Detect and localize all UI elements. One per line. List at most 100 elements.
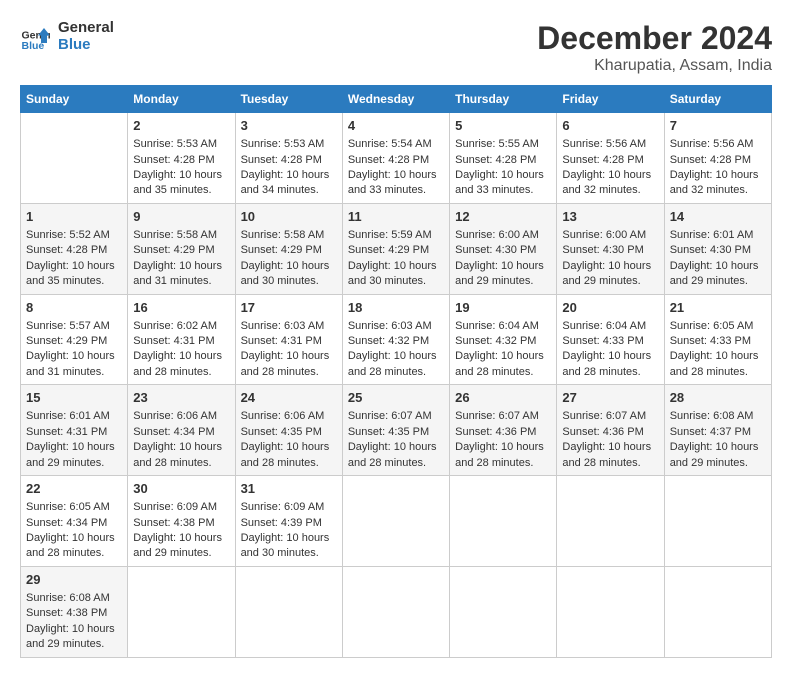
day-number: 3 bbox=[241, 117, 337, 135]
calendar-cell bbox=[557, 476, 664, 567]
day-number: 17 bbox=[241, 299, 337, 317]
day-number: 7 bbox=[670, 117, 766, 135]
day-content: Sunrise: 5:53 AM Sunset: 4:28 PM Dayligh… bbox=[241, 137, 337, 199]
col-header-wednesday: Wednesday bbox=[342, 86, 449, 113]
day-content: Sunrise: 6:07 AM Sunset: 4:36 PM Dayligh… bbox=[455, 409, 551, 471]
day-content: Sunrise: 5:53 AM Sunset: 4:28 PM Dayligh… bbox=[133, 137, 229, 199]
day-number: 24 bbox=[241, 389, 337, 407]
day-content: Sunrise: 5:59 AM Sunset: 4:29 PM Dayligh… bbox=[348, 228, 444, 290]
logo-icon: General Blue bbox=[20, 22, 50, 52]
calendar-row: 1 Sunrise: 5:52 AM Sunset: 4:28 PM Daylig… bbox=[21, 203, 772, 294]
calendar-cell: 3 Sunrise: 5:53 AM Sunset: 4:28 PM Daylig… bbox=[235, 113, 342, 204]
calendar-cell: 5Sunrise: 5:55 AM Sunset: 4:28 PM Daylig… bbox=[450, 113, 557, 204]
day-content: Sunrise: 5:56 AM Sunset: 4:28 PM Dayligh… bbox=[670, 137, 766, 199]
calendar-cell: 24 Sunrise: 6:06 AM Sunset: 4:35 PM Dayli… bbox=[235, 385, 342, 476]
calendar-cell: 4Sunrise: 5:54 AM Sunset: 4:28 PM Daylig… bbox=[342, 113, 449, 204]
day-number: 14 bbox=[670, 208, 766, 226]
day-content: Sunrise: 6:05 AM Sunset: 4:34 PM Dayligh… bbox=[26, 500, 122, 562]
day-number: 5 bbox=[455, 117, 551, 135]
day-number: 15 bbox=[26, 389, 122, 407]
calendar-cell: 31 Sunrise: 6:09 AM Sunset: 4:39 PM Dayli… bbox=[235, 476, 342, 567]
day-content: Sunrise: 5:58 AM Sunset: 4:29 PM Dayligh… bbox=[133, 228, 229, 290]
day-content: Sunrise: 6:01 AM Sunset: 4:31 PM Dayligh… bbox=[26, 409, 122, 471]
logo-blue: Blue bbox=[58, 37, 114, 54]
day-number: 10 bbox=[241, 208, 337, 226]
calendar-cell: 22 Sunrise: 6:05 AM Sunset: 4:34 PM Dayli… bbox=[21, 476, 128, 567]
calendar-row: 8Sunrise: 5:57 AM Sunset: 4:29 PM Daylig… bbox=[21, 294, 772, 385]
day-content: Sunrise: 6:04 AM Sunset: 4:33 PM Dayligh… bbox=[562, 319, 658, 381]
calendar-cell: 27Sunrise: 6:07 AM Sunset: 4:36 PM Dayli… bbox=[557, 385, 664, 476]
day-number: 19 bbox=[455, 299, 551, 317]
calendar-cell bbox=[664, 476, 771, 567]
day-number: 25 bbox=[348, 389, 444, 407]
page-subtitle: Kharupatia, Assam, India bbox=[537, 57, 772, 75]
day-number: 30 bbox=[133, 480, 229, 498]
calendar-cell bbox=[21, 113, 128, 204]
logo: General Blue General Blue bbox=[20, 20, 114, 53]
calendar-cell: 9 Sunrise: 5:58 AM Sunset: 4:29 PM Daylig… bbox=[128, 203, 235, 294]
day-number: 2 bbox=[133, 117, 229, 135]
day-number: 9 bbox=[133, 208, 229, 226]
calendar-cell: 13 Sunrise: 6:00 AM Sunset: 4:30 PM Dayli… bbox=[557, 203, 664, 294]
day-content: Sunrise: 6:00 AM Sunset: 4:30 PM Dayligh… bbox=[455, 228, 551, 290]
calendar-row: 2 Sunrise: 5:53 AM Sunset: 4:28 PM Daylig… bbox=[21, 113, 772, 204]
day-content: Sunrise: 6:02 AM Sunset: 4:31 PM Dayligh… bbox=[133, 319, 229, 381]
day-content: Sunrise: 5:57 AM Sunset: 4:29 PM Dayligh… bbox=[26, 319, 122, 381]
day-number: 11 bbox=[348, 208, 444, 226]
col-header-sunday: Sunday bbox=[21, 86, 128, 113]
day-content: Sunrise: 6:09 AM Sunset: 4:39 PM Dayligh… bbox=[241, 500, 337, 562]
day-content: Sunrise: 6:03 AM Sunset: 4:32 PM Dayligh… bbox=[348, 319, 444, 381]
day-content: Sunrise: 6:08 AM Sunset: 4:37 PM Dayligh… bbox=[670, 409, 766, 471]
calendar-cell: 6Sunrise: 5:56 AM Sunset: 4:28 PM Daylig… bbox=[557, 113, 664, 204]
calendar-row: 22 Sunrise: 6:05 AM Sunset: 4:34 PM Dayli… bbox=[21, 476, 772, 567]
day-content: Sunrise: 6:00 AM Sunset: 4:30 PM Dayligh… bbox=[562, 228, 658, 290]
day-content: Sunrise: 6:09 AM Sunset: 4:38 PM Dayligh… bbox=[133, 500, 229, 562]
calendar-cell: 20 Sunrise: 6:04 AM Sunset: 4:33 PM Dayli… bbox=[557, 294, 664, 385]
day-number: 27 bbox=[562, 389, 658, 407]
title-block: December 2024 Kharupatia, Assam, India bbox=[537, 20, 772, 75]
day-number: 31 bbox=[241, 480, 337, 498]
page-header: General Blue General Blue December 2024 … bbox=[20, 20, 772, 75]
calendar-cell: 8Sunrise: 5:57 AM Sunset: 4:29 PM Daylig… bbox=[21, 294, 128, 385]
svg-text:Blue: Blue bbox=[22, 40, 45, 52]
day-content: Sunrise: 6:08 AM Sunset: 4:38 PM Dayligh… bbox=[26, 591, 122, 653]
day-number: 23 bbox=[133, 389, 229, 407]
col-header-tuesday: Tuesday bbox=[235, 86, 342, 113]
day-number: 12 bbox=[455, 208, 551, 226]
day-content: Sunrise: 6:04 AM Sunset: 4:32 PM Dayligh… bbox=[455, 319, 551, 381]
col-header-friday: Friday bbox=[557, 86, 664, 113]
calendar-cell: 14Sunrise: 6:01 AM Sunset: 4:30 PM Dayli… bbox=[664, 203, 771, 294]
calendar-cell: 2 Sunrise: 5:53 AM Sunset: 4:28 PM Daylig… bbox=[128, 113, 235, 204]
calendar-cell bbox=[342, 476, 449, 567]
day-number: 13 bbox=[562, 208, 658, 226]
day-number: 28 bbox=[670, 389, 766, 407]
calendar-cell: 7 Sunrise: 5:56 AM Sunset: 4:28 PM Daylig… bbox=[664, 113, 771, 204]
day-number: 18 bbox=[348, 299, 444, 317]
calendar-cell: 10 Sunrise: 5:58 AM Sunset: 4:29 PM Dayli… bbox=[235, 203, 342, 294]
day-number: 22 bbox=[26, 480, 122, 498]
calendar-cell: 19 Sunrise: 6:04 AM Sunset: 4:32 PM Dayli… bbox=[450, 294, 557, 385]
calendar-cell: 17 Sunrise: 6:03 AM Sunset: 4:31 PM Dayli… bbox=[235, 294, 342, 385]
day-number: 16 bbox=[133, 299, 229, 317]
logo-general: General bbox=[58, 20, 114, 37]
day-content: Sunrise: 6:06 AM Sunset: 4:35 PM Dayligh… bbox=[241, 409, 337, 471]
calendar-row: 15 Sunrise: 6:01 AM Sunset: 4:31 PM Dayli… bbox=[21, 385, 772, 476]
calendar-cell: 11 Sunrise: 5:59 AM Sunset: 4:29 PM Dayli… bbox=[342, 203, 449, 294]
calendar-cell: 23 Sunrise: 6:06 AM Sunset: 4:34 PM Dayli… bbox=[128, 385, 235, 476]
day-content: Sunrise: 5:58 AM Sunset: 4:29 PM Dayligh… bbox=[241, 228, 337, 290]
day-content: Sunrise: 5:54 AM Sunset: 4:28 PM Dayligh… bbox=[348, 137, 444, 199]
calendar-cell bbox=[450, 476, 557, 567]
day-number: 6 bbox=[562, 117, 658, 135]
day-content: Sunrise: 6:06 AM Sunset: 4:34 PM Dayligh… bbox=[133, 409, 229, 471]
calendar-cell: 18 Sunrise: 6:03 AM Sunset: 4:32 PM Dayli… bbox=[342, 294, 449, 385]
calendar-cell: 25 Sunrise: 6:07 AM Sunset: 4:35 PM Dayli… bbox=[342, 385, 449, 476]
calendar-header-row: SundayMondayTuesdayWednesdayThursdayFrid… bbox=[21, 86, 772, 113]
day-number: 26 bbox=[455, 389, 551, 407]
day-number: 20 bbox=[562, 299, 658, 317]
col-header-thursday: Thursday bbox=[450, 86, 557, 113]
day-number: 1 bbox=[26, 208, 122, 226]
day-content: Sunrise: 6:03 AM Sunset: 4:31 PM Dayligh… bbox=[241, 319, 337, 381]
day-content: Sunrise: 5:52 AM Sunset: 4:28 PM Dayligh… bbox=[26, 228, 122, 290]
day-content: Sunrise: 6:07 AM Sunset: 4:35 PM Dayligh… bbox=[348, 409, 444, 471]
calendar-cell: 30 Sunrise: 6:09 AM Sunset: 4:38 PM Dayli… bbox=[128, 476, 235, 567]
